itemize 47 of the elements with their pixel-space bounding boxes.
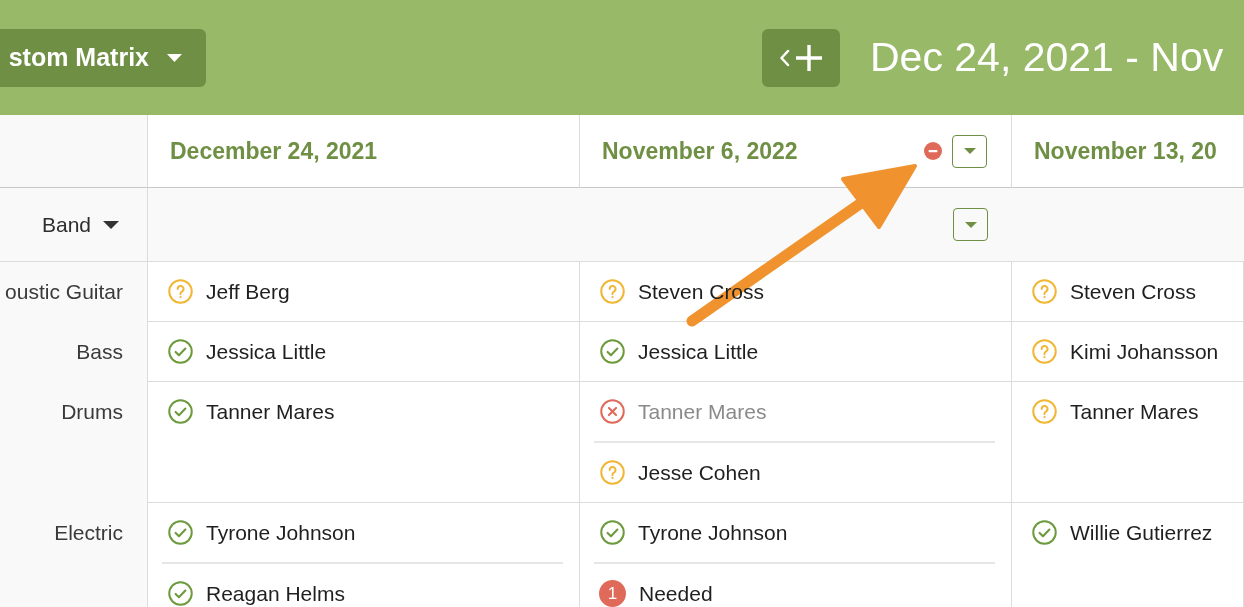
column-menu-button[interactable]: [952, 134, 987, 168]
assignee-name[interactable]: Tanner Mares: [1070, 399, 1199, 424]
question-circle-icon: [600, 279, 625, 304]
role-label: Electric: [54, 520, 123, 546]
date-range-title: Dec 24, 2021 - Nov: [870, 34, 1224, 81]
add-date-button[interactable]: [762, 28, 840, 87]
minus-circle-icon[interactable]: [924, 142, 942, 160]
role-label: Bass: [76, 339, 123, 365]
view-menu-button[interactable]: stom Matrix: [0, 28, 206, 87]
role-label: oustic Guitar: [5, 279, 123, 305]
caret-icon: [103, 220, 119, 229]
assignee-name[interactable]: Jesse Cohen: [638, 460, 761, 485]
check-circle-icon: [168, 581, 193, 606]
question-circle-icon: [1032, 339, 1057, 364]
caret-icon: [963, 148, 976, 154]
check-circle-icon: [168, 339, 193, 364]
assignee-name[interactable]: Reagan Helms: [206, 581, 345, 606]
assignee-name[interactable]: Tyrone Johnson: [206, 520, 356, 545]
assignee-name[interactable]: Steven Cross: [1070, 279, 1197, 304]
assignee-name[interactable]: Kimi Johansson: [1070, 339, 1219, 364]
count-badge: 1: [599, 580, 626, 607]
assignee-name[interactable]: Jessica Little: [206, 339, 327, 364]
needed-label[interactable]: Needed: [639, 581, 713, 606]
caret-icon: [167, 53, 182, 62]
role-label: Drums: [61, 399, 123, 425]
check-circle-icon: [168, 520, 193, 545]
assignee-name[interactable]: Tanner Mares: [206, 399, 335, 424]
question-circle-icon: [168, 279, 193, 304]
x-circle-icon: [600, 399, 625, 424]
column-date: November 13, 20: [1034, 137, 1217, 165]
question-circle-icon: [1032, 279, 1057, 304]
group-menu-button[interactable]: [953, 208, 988, 241]
assignee-name[interactable]: Willie Gutierrez: [1070, 520, 1213, 545]
check-circle-icon: [600, 520, 625, 545]
question-circle-icon: [1032, 399, 1057, 424]
assignee-name[interactable]: Tyrone Johnson: [638, 520, 788, 545]
question-circle-icon: [600, 460, 625, 485]
assignee-name[interactable]: Jessica Little: [638, 339, 759, 364]
check-circle-icon: [1032, 520, 1057, 545]
group-by-dropdown[interactable]: Band: [41, 212, 119, 237]
check-circle-icon: [600, 339, 625, 364]
chevron-plus-icon: [780, 44, 822, 71]
caret-icon: [964, 221, 977, 228]
column-date: November 6, 2022: [602, 137, 798, 165]
column-date: December 24, 2021: [170, 137, 378, 165]
check-circle-icon: [168, 399, 193, 424]
assignee-name[interactable]: Jeff Berg: [206, 279, 290, 304]
